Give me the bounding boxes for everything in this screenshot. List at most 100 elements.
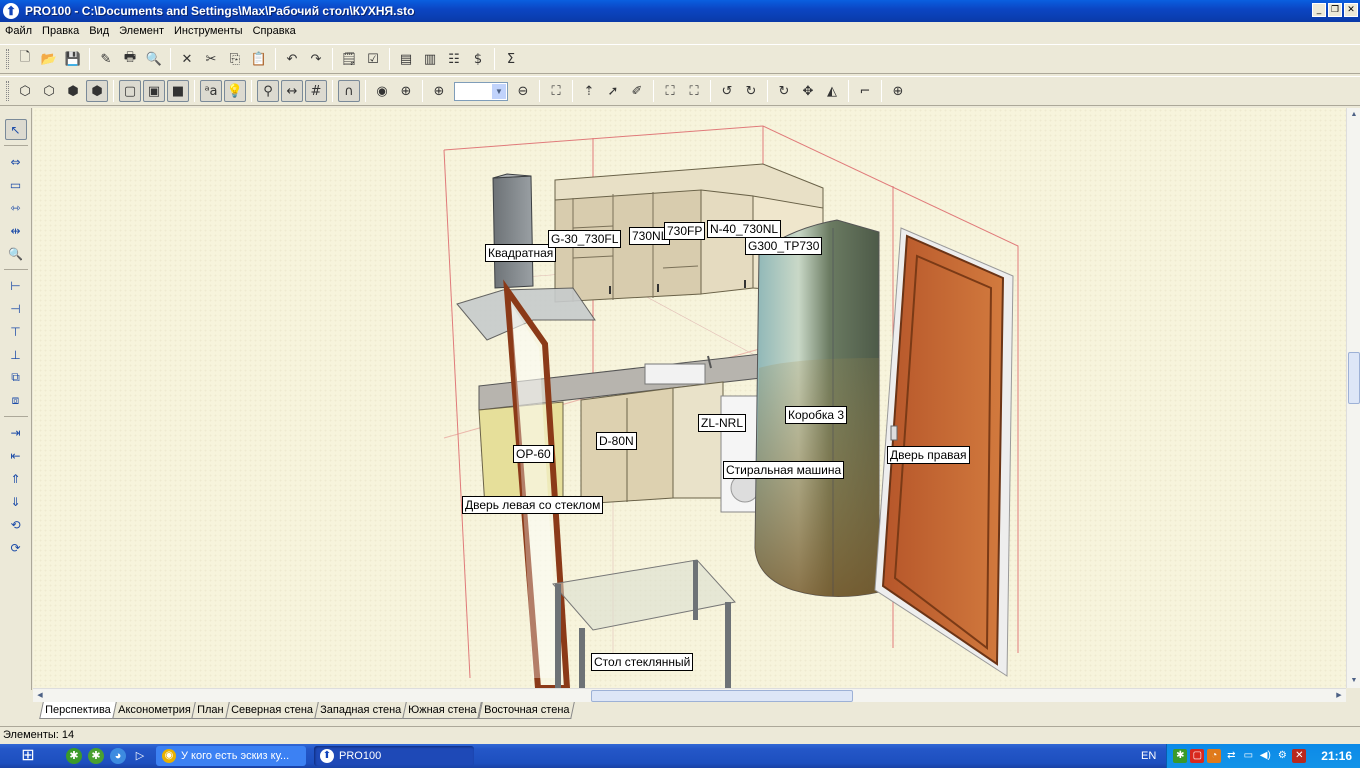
checklist-button[interactable]: ☑	[362, 48, 384, 70]
paste-button[interactable]: 📋	[248, 48, 270, 70]
tray-settings-icon[interactable]: ⚙	[1275, 749, 1289, 763]
maximize-button[interactable]: ❐	[1328, 3, 1342, 17]
open-folder-button[interactable]: 📂	[38, 48, 60, 70]
render-wire-button[interactable]: ▢	[119, 80, 141, 102]
rotate-axis-button[interactable]: ↻	[740, 80, 762, 102]
label-box-3[interactable]: Коробка 3	[785, 406, 848, 424]
menu-edit[interactable]: Правка	[39, 25, 86, 37]
vertical-scroll-thumb[interactable]	[1348, 352, 1360, 404]
tray-antivirus-icon[interactable]: ▢	[1190, 749, 1205, 763]
magnet-button[interactable]: ∩	[338, 80, 360, 102]
align-right-button[interactable]: ⊣	[5, 298, 27, 319]
tree-button[interactable]: ☷	[443, 48, 465, 70]
distribute-tool-button[interactable]: ⇿	[5, 197, 27, 218]
zoom-in-button[interactable]: ⊕	[428, 80, 450, 102]
zoom-level-select[interactable]: ▼	[454, 81, 508, 101]
scroll-left-icon[interactable]: ◀	[33, 689, 47, 703]
corner-button[interactable]: ⌐	[854, 80, 876, 102]
cut-button[interactable]: ✂	[200, 48, 222, 70]
rotate-left-button[interactable]: ↺	[716, 80, 738, 102]
label-g30-730fl[interactable]: G-30_730FL	[548, 230, 622, 248]
delete-button[interactable]: ✕	[176, 48, 198, 70]
measure-button[interactable]: ⚲	[257, 80, 279, 102]
label-n40-730nl[interactable]: N-40_730NL	[707, 220, 782, 238]
tab-3[interactable]: Северная стена	[225, 702, 319, 719]
tray-app-icon[interactable]: ✱	[1173, 749, 1188, 763]
render-solid-button[interactable]: ■	[167, 80, 189, 102]
view-cube-wire-button[interactable]: ⬡	[14, 80, 36, 102]
align-tool-button[interactable]: ⇹	[5, 220, 27, 241]
menu-help[interactable]: Справка	[250, 25, 303, 37]
pen-button[interactable]: ✐	[626, 80, 648, 102]
mirror-button[interactable]: ◭	[821, 80, 843, 102]
spacing-v-button[interactable]: ⇤	[5, 445, 27, 466]
tab-2[interactable]: План	[191, 702, 230, 719]
labels-button[interactable]: ᵃa	[200, 80, 222, 102]
pro100-app-icon[interactable]: ⬆	[3, 3, 19, 19]
print-preview-button[interactable]: 🔍	[143, 48, 165, 70]
properties-button[interactable]: 🗒	[338, 48, 360, 70]
tab-6[interactable]: Восточная стена	[477, 702, 575, 719]
label-zl-nrl[interactable]: ZL-NRL	[698, 414, 747, 432]
view-cube-textured-button[interactable]: ⬢	[86, 80, 108, 102]
hinge-2-button[interactable]: ⟳	[5, 537, 27, 558]
horizontal-scrollbar[interactable]: ◀ ▶	[33, 688, 1346, 702]
align-bottom-button[interactable]: ⊥	[5, 344, 27, 365]
quick-launch-browser-icon[interactable]: ◕	[110, 748, 126, 764]
vertical-scrollbar[interactable]: ▲ ▼	[1346, 108, 1360, 688]
grid-button[interactable]: #	[305, 80, 327, 102]
edit-page-button[interactable]: ✎	[95, 48, 117, 70]
quick-launch-app-1-icon[interactable]: ✱	[66, 748, 82, 764]
label-glass-table[interactable]: Стол стеклянный	[591, 653, 694, 671]
toolbar-grip[interactable]	[6, 81, 9, 101]
quick-launch-app-2-icon[interactable]: ✱	[88, 748, 104, 764]
split-tool-button[interactable]: ⇔	[5, 151, 27, 172]
search-tool-button[interactable]: 🔍	[5, 243, 27, 264]
rotate-button[interactable]: ↻	[773, 80, 795, 102]
target-button[interactable]: ◉	[371, 80, 393, 102]
tray-monitor-icon[interactable]: ▭	[1241, 749, 1255, 763]
scroll-right-icon[interactable]: ▶	[1332, 689, 1346, 703]
task-chrome[interactable]: ◉ У кого есть эскиз ку...	[156, 746, 306, 766]
label-op60[interactable]: OP-60	[513, 445, 554, 463]
toolbar-grip[interactable]	[6, 49, 9, 69]
stack-down-button[interactable]: ⇓	[5, 491, 27, 512]
menu-view[interactable]: Вид	[86, 25, 116, 37]
align-left-button[interactable]: ⊢	[5, 275, 27, 296]
tray-network-icon[interactable]: ⇄	[1224, 749, 1238, 763]
pointer-button[interactable]: ➚	[602, 80, 624, 102]
crosshair-button[interactable]: ⊕	[395, 80, 417, 102]
label-d80n[interactable]: D-80N	[596, 432, 637, 450]
frame-select-button[interactable]: ⛶	[659, 80, 681, 102]
library-button[interactable]: ▤	[395, 48, 417, 70]
minimize-button[interactable]: _	[1312, 3, 1326, 17]
select-tool-button[interactable]: ↖	[4, 119, 27, 140]
language-indicator[interactable]: EN	[1141, 750, 1156, 762]
task-pro100[interactable]: ⬆ PRO100	[314, 746, 474, 766]
label-right-door[interactable]: Дверь правая	[887, 446, 970, 464]
zoom-out-button[interactable]: ⊖	[512, 80, 534, 102]
pricing-button[interactable]: $	[467, 48, 489, 70]
catalog-button[interactable]: ▥	[419, 48, 441, 70]
copy-button[interactable]: ⎘	[224, 48, 246, 70]
select-all-button[interactable]: ⛶	[545, 80, 567, 102]
tab-4[interactable]: Западная стена	[314, 702, 407, 719]
view-cube-shaded-button[interactable]: ⬢	[62, 80, 84, 102]
tab-0[interactable]: Перспектива	[39, 702, 117, 719]
tab-1[interactable]: Аксонометрия	[111, 702, 197, 719]
view-cube-outline-button[interactable]: ⬡	[38, 80, 60, 102]
new-file-button[interactable]: 🗋	[14, 48, 36, 70]
tray-volume-icon[interactable]: ◀)	[1258, 749, 1272, 763]
dimension-button[interactable]: ↔	[281, 80, 303, 102]
undo-button[interactable]: ↶	[281, 48, 303, 70]
ungroup-button[interactable]: ⧈	[5, 390, 27, 411]
start-button[interactable]: ⊞	[0, 744, 56, 768]
spacing-h-button[interactable]: ⇥	[5, 422, 27, 443]
label-g300-tp730[interactable]: G300_TP730	[745, 237, 823, 255]
sum-button[interactable]: Σ	[500, 48, 522, 70]
print-button[interactable]: 🖶	[119, 48, 141, 70]
save-button[interactable]: 💾	[62, 48, 84, 70]
stack-up-button[interactable]: ⇑	[5, 468, 27, 489]
hinge-button[interactable]: ⟲	[5, 514, 27, 535]
menu-element[interactable]: Элемент	[116, 25, 171, 37]
